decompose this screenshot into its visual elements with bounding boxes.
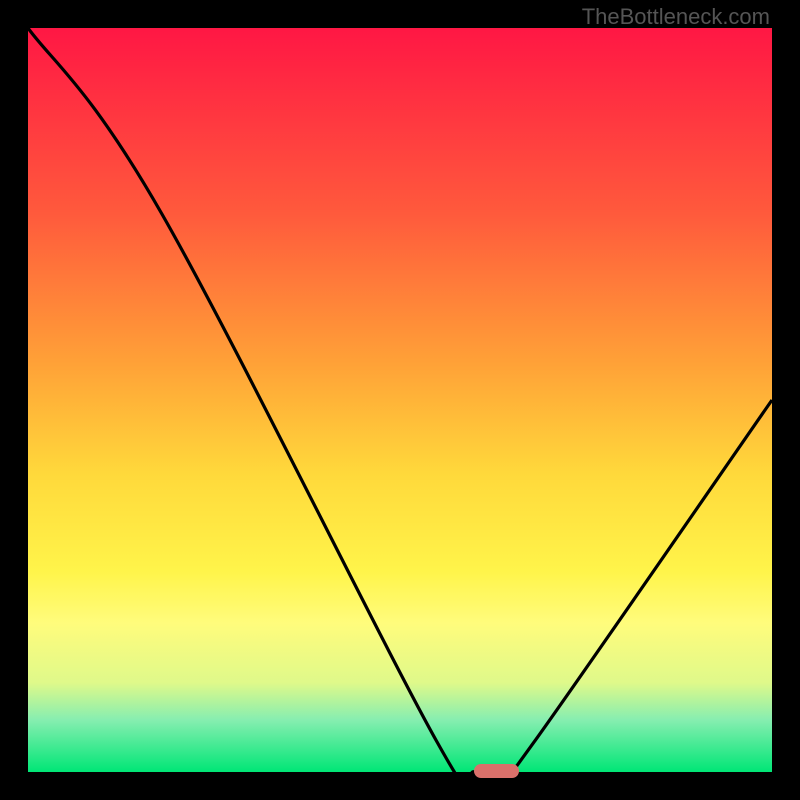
bottleneck-curve [28,28,772,772]
optimal-point-marker [474,764,519,778]
plot-area [28,28,772,772]
chart-frame: TheBottleneck.com [0,0,800,800]
watermark-text: TheBottleneck.com [582,4,770,30]
